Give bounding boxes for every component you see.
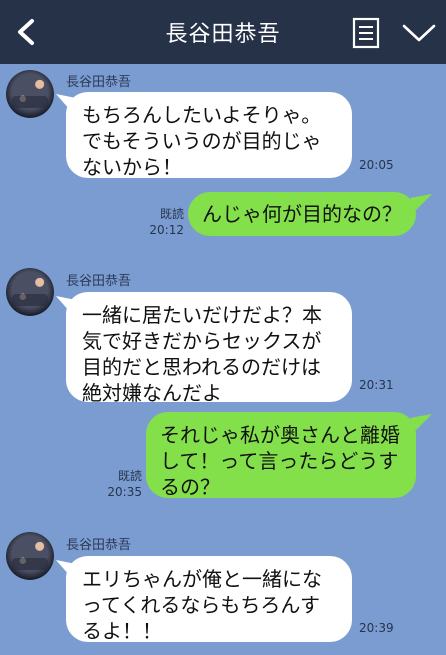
message-bubble-outgoing[interactable]: それじゃ私が奥さんと離婚して！って言ったらどうするの？ — [146, 412, 416, 499]
sender-name: 長谷田恭吾 — [66, 538, 132, 553]
message-bubble-incoming[interactable]: エリちゃんが俺と一緒になってくれるならもちろんするよ！！ — [66, 556, 352, 643]
read-receipt: 既読 20:35 — [104, 468, 142, 500]
menu-list-icon — [352, 17, 380, 49]
bubble-tail — [410, 414, 432, 430]
chat-header: 長谷田恭吾 — [0, 0, 446, 64]
message-time: 20:31 — [359, 378, 394, 392]
read-label: 既読 — [117, 469, 142, 483]
menu-button[interactable] — [350, 16, 382, 50]
message-time: 20:12 — [149, 223, 184, 237]
options-dropdown-button[interactable] — [400, 20, 438, 46]
avatar[interactable] — [6, 268, 54, 316]
message-bubble-incoming[interactable]: もちろんしたいよそりゃ。でもそういうのが目的じゃないから！ — [66, 92, 352, 179]
avatar[interactable] — [6, 532, 54, 580]
chevron-down-icon — [402, 24, 436, 42]
read-label: 既読 — [159, 207, 184, 221]
message-bubble-outgoing[interactable]: んじゃ何が目的なの？ — [188, 192, 416, 236]
message-time: 20:39 — [359, 621, 394, 635]
read-receipt: 既読 20:12 — [146, 206, 184, 238]
sender-name: 長谷田恭吾 — [66, 274, 132, 289]
message-time: 20:05 — [359, 158, 394, 172]
message-time: 20:35 — [107, 485, 142, 499]
sender-name: 長谷田恭吾 — [66, 75, 132, 90]
bubble-tail — [410, 194, 432, 210]
message-bubble-incoming[interactable]: 一緒に居たいだけだよ？本気で好きだからセックスが目的だと思われるのだけは絶対嫌な… — [66, 292, 352, 405]
avatar[interactable] — [6, 70, 54, 118]
